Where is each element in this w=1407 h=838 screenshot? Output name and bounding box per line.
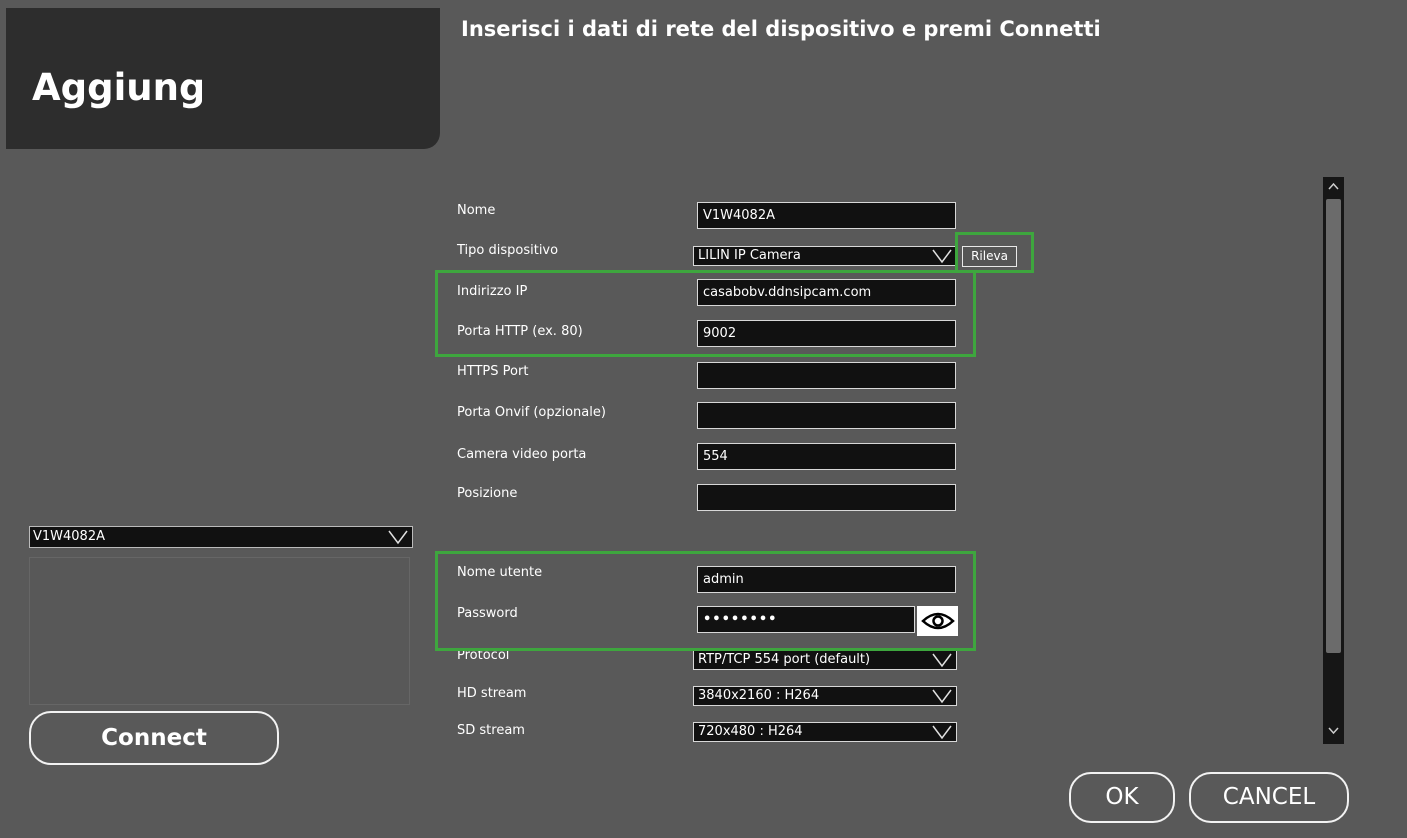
camera-video-porta-label: Camera video porta [457, 447, 587, 462]
hd-stream-select[interactable]: 3840x2160 : H264 [693, 686, 957, 706]
highlight-credentials [435, 551, 976, 651]
posizione-label: Posizione [457, 486, 518, 501]
form-scrollbar[interactable] [1323, 177, 1344, 744]
sd-stream-label: SD stream [457, 723, 525, 738]
chevron-down-icon [932, 689, 952, 704]
tipo-dispositivo-label: Tipo dispositivo [457, 243, 559, 258]
device-list[interactable] [29, 557, 410, 705]
page-title: Aggiung [32, 66, 202, 109]
chevron-down-icon [388, 530, 408, 545]
porta-onvif-field[interactable] [697, 402, 956, 429]
https-port-field[interactable] [697, 362, 956, 389]
tipo-dispositivo-value: LILIN IP Camera [698, 248, 801, 263]
chevron-down-icon [932, 725, 952, 740]
porta-onvif-label: Porta Onvif (opzionale) [457, 405, 606, 420]
nome-field[interactable]: V1W4082A [697, 202, 956, 229]
cancel-button[interactable]: CANCEL [1189, 772, 1349, 823]
scroll-up-icon[interactable] [1323, 177, 1344, 197]
protocol-value: RTP/TCP 554 port (default) [698, 652, 871, 667]
scroll-down-icon[interactable] [1323, 722, 1344, 742]
chevron-down-icon [932, 249, 952, 264]
chevron-down-icon [932, 653, 952, 668]
camera-video-porta-field[interactable]: 554 [697, 443, 956, 470]
highlight-rileva [955, 232, 1034, 273]
tipo-dispositivo-select[interactable]: LILIN IP Camera [693, 246, 957, 266]
highlight-network [435, 270, 976, 357]
sd-stream-value: 720x480 : H264 [698, 724, 803, 739]
posizione-field[interactable] [697, 484, 956, 511]
instruction-text: Inserisci i dati di rete del dispositivo… [461, 17, 1101, 41]
protocol-select[interactable]: RTP/TCP 554 port (default) [693, 650, 957, 670]
device-select[interactable]: V1W4082A [29, 526, 413, 548]
https-port-label: HTTPS Port [457, 364, 529, 379]
sd-stream-select[interactable]: 720x480 : H264 [693, 722, 957, 742]
hd-stream-value: 3840x2160 : H264 [698, 688, 820, 703]
hd-stream-label: HD stream [457, 686, 527, 701]
connect-button[interactable]: Connect [29, 711, 279, 765]
device-select-value: V1W4082A [33, 529, 105, 544]
ok-button[interactable]: OK [1069, 772, 1175, 823]
nome-label: Nome [457, 203, 496, 218]
scroll-thumb[interactable] [1326, 199, 1341, 653]
